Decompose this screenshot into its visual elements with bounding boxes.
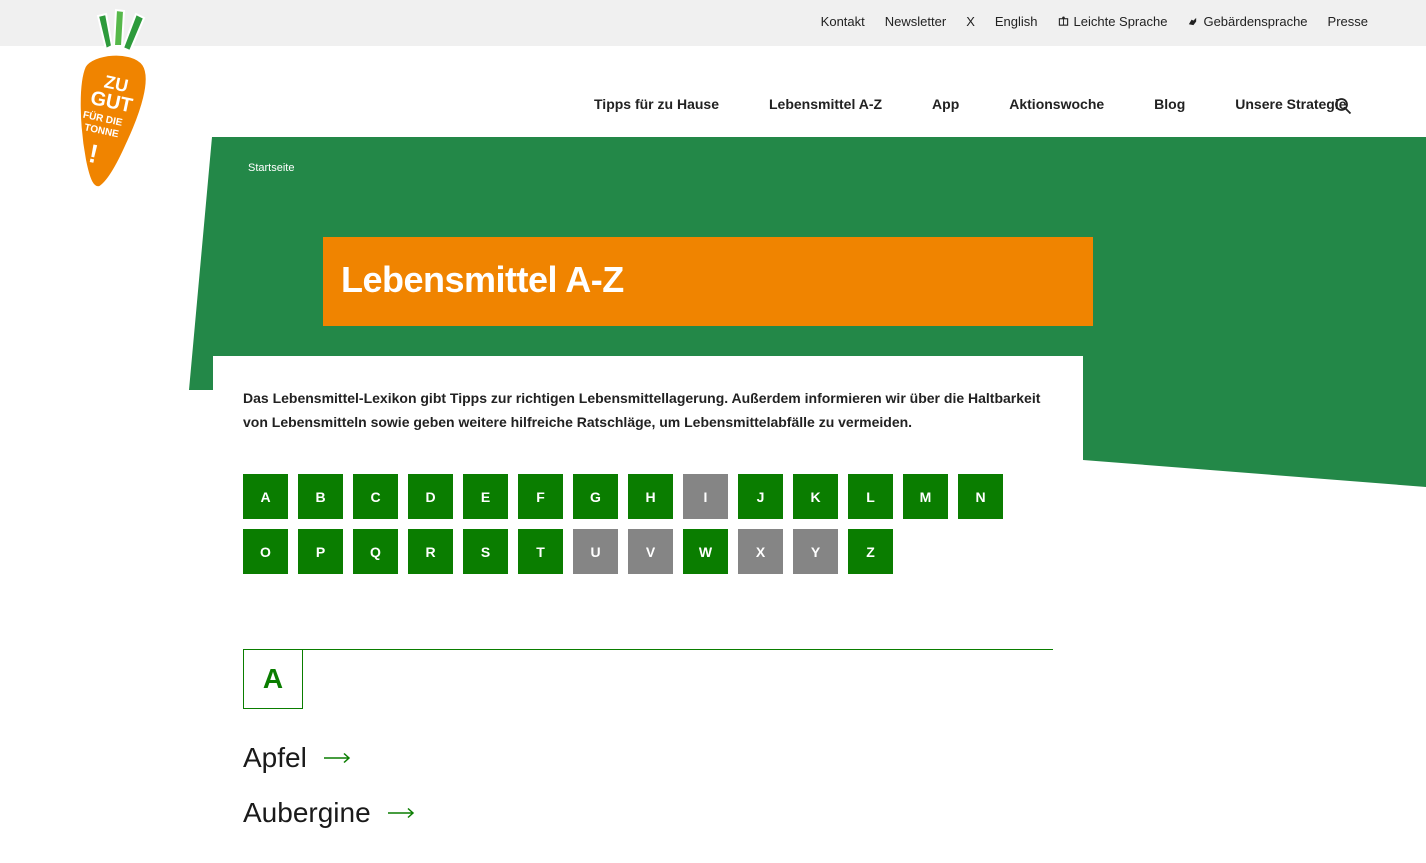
letter-k-button[interactable]: K (793, 474, 838, 519)
link-newsletter[interactable]: Newsletter (885, 14, 946, 29)
title-banner: Lebensmittel A-Z (323, 237, 1093, 326)
nav-strategie[interactable]: Unsere Strategie (1235, 96, 1346, 112)
letter-d-button[interactable]: D (408, 474, 453, 519)
letter-a-button[interactable]: A (243, 474, 288, 519)
breadcrumb[interactable]: Startseite (248, 162, 294, 174)
letter-c-button[interactable]: C (353, 474, 398, 519)
sign-language-icon (1189, 17, 1197, 26)
letter-z-button[interactable]: Z (848, 529, 893, 574)
utility-links: Kontakt Newsletter X English Leichte Spr… (821, 14, 1368, 29)
letter-f-button[interactable]: F (518, 474, 563, 519)
link-leichte-sprache-label: Leichte Sprache (1073, 14, 1168, 29)
letter-p-button[interactable]: P (298, 529, 343, 574)
letter-t-button[interactable]: T (518, 529, 563, 574)
letter-n-button[interactable]: N (958, 474, 1003, 519)
letter-e-button[interactable]: E (463, 474, 508, 519)
utility-bar: Kontakt Newsletter X English Leichte Spr… (0, 0, 1426, 46)
letter-q-button[interactable]: Q (353, 529, 398, 574)
link-kontakt[interactable]: Kontakt (821, 14, 865, 29)
arrow-right-icon (387, 807, 414, 819)
entry-label: Aubergine (243, 797, 371, 828)
section-letter-badge: A (243, 649, 303, 709)
section-divider (243, 649, 1053, 650)
nav-app[interactable]: App (932, 96, 959, 112)
letter-v-button: V (628, 529, 673, 574)
letter-u-button: U (573, 529, 618, 574)
search-icon[interactable] (1334, 97, 1352, 115)
nav-lebensmittel-az[interactable]: Lebensmittel A-Z (769, 96, 882, 112)
arrow-right-icon (323, 752, 350, 764)
link-presse[interactable]: Presse (1328, 14, 1368, 29)
link-gebaerdensprache[interactable]: Gebärdensprache (1187, 14, 1308, 29)
letter-w-button[interactable]: W (683, 529, 728, 574)
letter-j-button[interactable]: J (738, 474, 783, 519)
letter-s-button[interactable]: S (463, 529, 508, 574)
nav-aktionswoche[interactable]: Aktionswoche (1009, 96, 1104, 112)
letter-i-button: I (683, 474, 728, 519)
letter-y-button: Y (793, 529, 838, 574)
content-card: Das Lebensmittel-Lexikon gibt Tipps zur … (213, 356, 1083, 863)
link-gebaerdensprache-label: Gebärdensprache (1203, 14, 1308, 29)
main-navigation: Tipps für zu Hause Lebensmittel A-Z App … (594, 96, 1397, 112)
letter-g-button[interactable]: G (573, 474, 618, 519)
link-leichte-sprache[interactable]: Leichte Sprache (1058, 14, 1168, 29)
letter-b-button[interactable]: B (298, 474, 343, 519)
link-x[interactable]: X (966, 14, 975, 29)
link-english[interactable]: English (995, 14, 1038, 29)
nav-tipps[interactable]: Tipps für zu Hause (594, 96, 719, 112)
carrot-logo[interactable]: ZU GUT FÜR DIE TONNE ! (70, 4, 160, 194)
letter-l-button[interactable]: L (848, 474, 893, 519)
letter-x-button: X (738, 529, 783, 574)
carrot-leaves (96, 8, 146, 53)
letter-h-button[interactable]: H (628, 474, 673, 519)
easy-language-icon (1058, 16, 1068, 26)
nav-blog[interactable]: Blog (1154, 96, 1185, 112)
entry-link[interactable]: Apfel (243, 742, 351, 774)
letter-r-button[interactable]: R (408, 529, 453, 574)
entry-label: Apfel (243, 742, 307, 773)
alphabet-index: ABCDEFGHIJKLMN OPQRSTUVWXYZ (243, 474, 1033, 574)
intro-text: Das Lebensmittel-Lexikon gibt Tipps zur … (243, 390, 1041, 430)
page-title: Lebensmittel A-Z (341, 259, 624, 300)
entry-link[interactable]: Aubergine (243, 797, 415, 829)
letter-m-button[interactable]: M (903, 474, 948, 519)
letter-o-button[interactable]: O (243, 529, 288, 574)
